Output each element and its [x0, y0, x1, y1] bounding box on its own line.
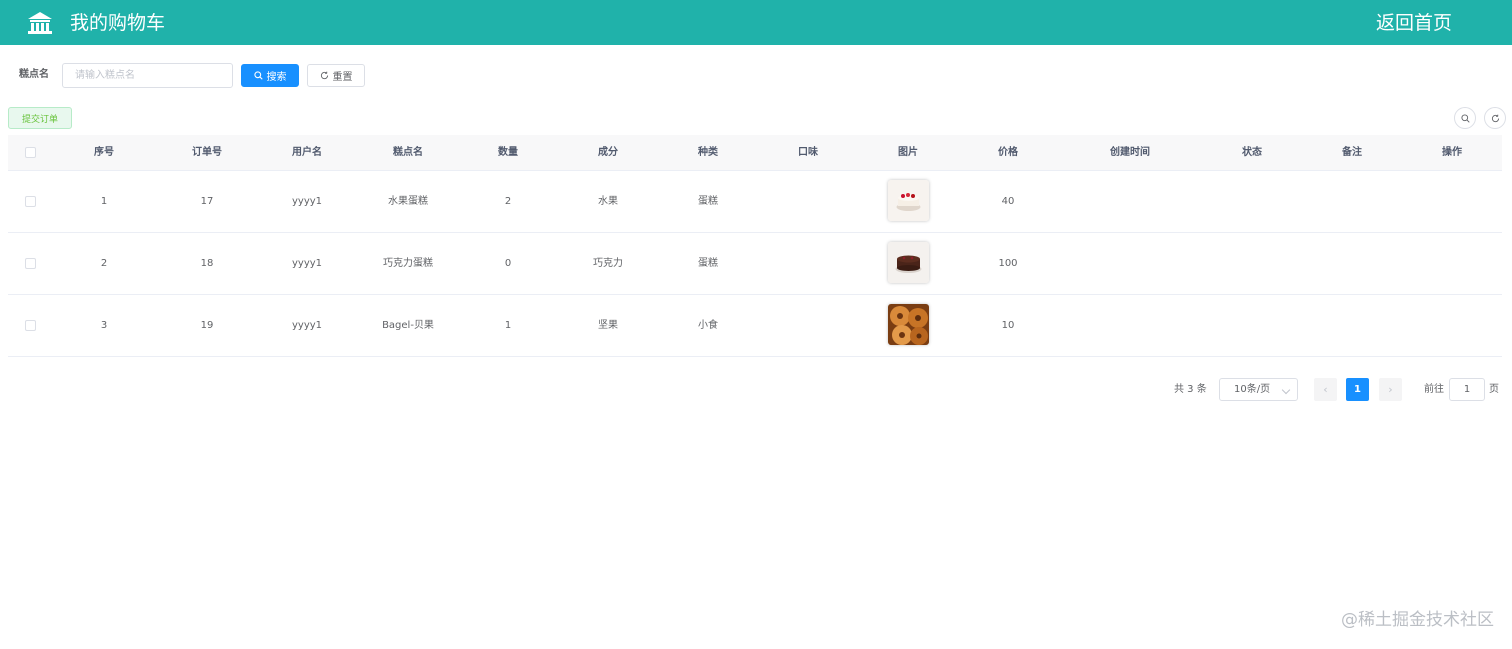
cell-username: yyyy1 — [291, 258, 323, 269]
cell-qty: 0 — [504, 258, 512, 269]
chevron-left-icon: ‹ — [1323, 383, 1328, 396]
reset-button-label: 重置 — [332, 72, 353, 83]
cell-name: 巧克力蛋糕 — [383, 258, 433, 269]
toggle-search-button[interactable] — [1454, 107, 1476, 129]
goto-page-input[interactable] — [1449, 378, 1485, 401]
submit-order-button[interactable]: 提交订单 — [8, 107, 72, 129]
cell-username: yyyy1 — [291, 196, 323, 207]
cart-table: 序号 订单号 用户名 糕点名 数量 成分 种类 口味 图片 价格 创建时间 状态… — [8, 135, 1502, 357]
refresh-icon — [320, 71, 328, 80]
cell-price: 40 — [1001, 196, 1015, 207]
select-all-checkbox[interactable] — [25, 147, 36, 158]
table-row: 3 19 yyyy1 Bagel-贝果 1 坚果 小食 10 — [8, 295, 1502, 357]
column-header: 数量 — [498, 147, 518, 158]
cell-order-no: 17 — [200, 196, 214, 207]
column-header: 操作 — [1442, 147, 1462, 158]
home-icon — [28, 12, 52, 34]
table-header: 序号 订单号 用户名 糕点名 数量 成分 种类 口味 图片 价格 创建时间 状态… — [8, 135, 1502, 171]
cell-order-no: 19 — [200, 320, 214, 331]
cell-name: Bagel-贝果 — [382, 320, 434, 331]
prev-page-button[interactable]: ‹ — [1314, 378, 1337, 401]
cell-order-no: 18 — [200, 258, 214, 269]
row-checkbox[interactable] — [25, 258, 36, 269]
column-header: 成分 — [598, 147, 618, 158]
column-header: 序号 — [94, 147, 114, 158]
column-header: 糕点名 — [393, 147, 423, 158]
cell-ingredient: 巧克力 — [593, 258, 623, 269]
column-header: 创建时间 — [1110, 147, 1150, 158]
column-header: 订单号 — [192, 147, 222, 158]
chocolate-cake-image[interactable] — [888, 242, 929, 283]
search-icon — [1460, 113, 1470, 123]
column-header: 种类 — [698, 147, 718, 158]
cell-price: 10 — [1001, 320, 1015, 331]
goto-suffix: 页 — [1489, 384, 1499, 395]
goto-label: 前往 — [1424, 384, 1444, 395]
table-row: 1 17 yyyy1 水果蛋糕 2 水果 蛋糕 40 — [8, 171, 1502, 233]
cell-username: yyyy1 — [291, 320, 323, 331]
search-input[interactable] — [62, 63, 233, 88]
top-header: 我的购物车 返回首页 — [0, 0, 1512, 45]
cell-index: 1 — [100, 196, 108, 207]
fruit-cake-image[interactable] — [888, 180, 929, 221]
page-number-button[interactable]: 1 — [1346, 378, 1369, 401]
cell-price: 100 — [998, 258, 1018, 269]
cell-index: 3 — [100, 320, 108, 331]
column-header: 状态 — [1242, 147, 1262, 158]
column-header: 价格 — [998, 147, 1018, 158]
watermark: @稀土掘金技术社区 — [1341, 610, 1494, 630]
table-row: 2 18 yyyy1 巧克力蛋糕 0 巧克力 蛋糕 100 — [8, 233, 1502, 295]
page-size-select[interactable]: 10条/页 — [1219, 378, 1298, 401]
column-header: 备注 — [1342, 147, 1362, 158]
cell-index: 2 — [100, 258, 108, 269]
reset-button[interactable]: 重置 — [307, 64, 365, 87]
cell-name: 水果蛋糕 — [388, 196, 428, 207]
chevron-right-icon: › — [1388, 383, 1393, 396]
search-label: 糕点名 — [19, 69, 49, 80]
cell-category: 蛋糕 — [698, 258, 718, 269]
search-button[interactable]: 搜索 — [241, 64, 299, 87]
search-icon — [253, 71, 263, 80]
cell-qty: 2 — [504, 196, 512, 207]
refresh-icon — [1491, 114, 1499, 122]
chevron-down-icon — [1281, 385, 1291, 395]
cell-ingredient: 坚果 — [598, 320, 618, 331]
column-header: 图片 — [898, 147, 918, 158]
search-button-label: 搜索 — [266, 72, 287, 83]
column-header: 口味 — [798, 147, 818, 158]
cell-ingredient: 水果 — [598, 196, 618, 207]
cell-qty: 1 — [504, 320, 512, 331]
pagination-total: 共 3 条 — [1174, 384, 1207, 395]
bagel-image[interactable] — [888, 304, 929, 345]
cell-category: 蛋糕 — [698, 196, 718, 207]
refresh-table-button[interactable] — [1484, 107, 1506, 129]
row-checkbox[interactable] — [25, 196, 36, 207]
next-page-button[interactable]: › — [1379, 378, 1402, 401]
cell-category: 小食 — [698, 320, 718, 331]
back-home-link[interactable]: 返回首页 — [1376, 11, 1452, 35]
row-checkbox[interactable] — [25, 320, 36, 331]
page-title: 我的购物车 — [70, 12, 166, 34]
page-size-value: 10条/页 — [1234, 384, 1271, 395]
column-header: 用户名 — [292, 147, 322, 158]
